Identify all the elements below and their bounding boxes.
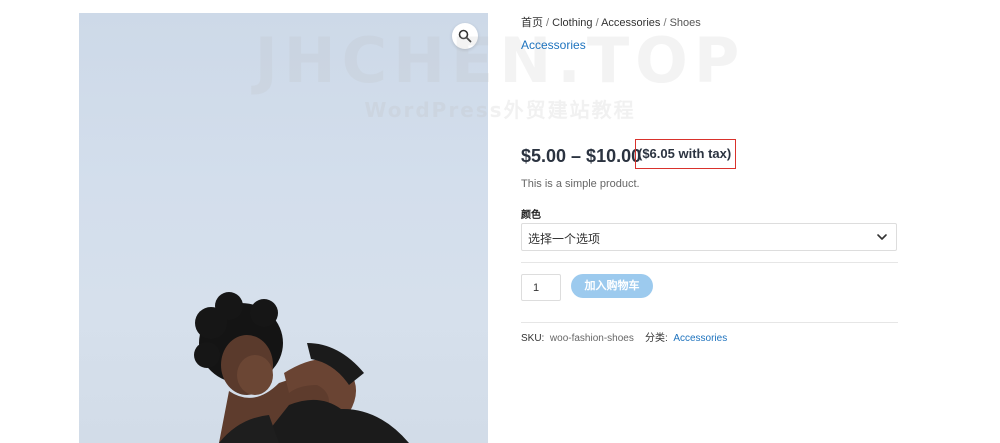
zoom-button[interactable] [452,23,478,49]
sku-label: SKU: [521,333,545,344]
breadcrumb-separator: / [543,17,553,29]
category-label: 分类: [644,333,668,344]
quantity-input[interactable]: 1 [521,274,561,301]
breadcrumb-separator: / [592,17,602,29]
breadcrumb-home[interactable]: 首页 [521,17,543,29]
color-select[interactable]: 选择一个选项 [521,223,897,251]
meta-category-link[interactable]: Accessories [673,333,727,344]
add-to-cart-button[interactable]: 加入购物车 [571,274,653,298]
breadcrumb-current: Shoes [669,17,701,29]
breadcrumb: 首页 / Clothing / Accessories / Shoes [521,14,701,30]
chevron-down-icon [877,234,887,240]
price-with-tax: ($6.05 with tax) [635,139,737,169]
quantity-value: 1 [533,282,540,294]
product-meta: SKU: woo-fashion-shoes 分类: Accessories [521,329,727,344]
product-photo-illustration [194,292,409,443]
sku-value: woo-fashion-shoes [549,333,634,344]
color-select-value: 选择一个选项 [528,232,601,246]
divider [521,262,898,263]
breadcrumb-clothing[interactable]: Clothing [552,17,592,29]
product-image[interactable] [79,13,488,443]
breadcrumb-accessories[interactable]: Accessories [601,17,660,29]
price-row: $5.00 – $10.00 ($6.05 with tax) [521,139,737,169]
divider [521,322,898,323]
variation-label: 颜色 [521,210,541,221]
breadcrumb-separator: / [660,17,670,29]
magnifier-icon [458,29,472,43]
product-price: $5.00 – $10.00 [521,146,642,166]
short-description: This is a simple product. [521,178,640,190]
product-category-link[interactable]: Accessories [521,38,586,52]
